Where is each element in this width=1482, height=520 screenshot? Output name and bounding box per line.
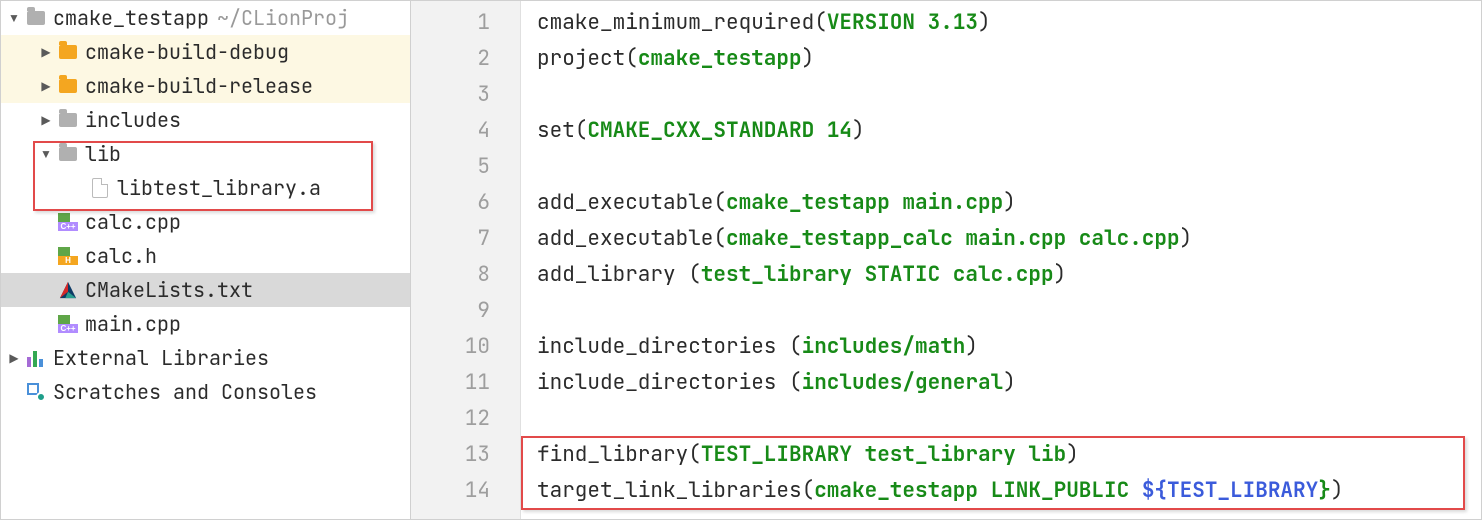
tree-item-scratches[interactable]: Scratches and Consoles (1, 375, 410, 409)
gutter-line-number: 11 (411, 365, 520, 401)
tree-item-label: calc.h (85, 243, 157, 269)
cpp-file-icon: C++ (57, 211, 79, 233)
code-line[interactable] (537, 77, 1481, 113)
code-line[interactable]: add_library (test_library STATIC calc.cp… (537, 257, 1481, 293)
tree-item-label: cmake-build-release (85, 73, 313, 99)
code-line[interactable]: cmake_minimum_required(VERSION 3.13) (537, 5, 1481, 41)
gutter-line-number: 1 (411, 5, 520, 41)
tree-item-label: External Libraries (53, 345, 269, 371)
folder-icon (57, 75, 79, 97)
gutter-line-number: 5 (411, 149, 520, 185)
scratches-icon (25, 381, 47, 403)
cpp-file-icon: C++ (57, 313, 79, 335)
chevron-right-icon[interactable]: ▶ (39, 79, 53, 93)
gutter-line-number: 7 (411, 221, 520, 257)
gutter-line-number: 14 (411, 473, 520, 509)
code-editor[interactable]: 1234567891011121314 cmake_minimum_requir… (411, 1, 1481, 519)
gutter-line-number: 10 (411, 329, 520, 365)
folder-icon (25, 7, 47, 29)
tree-item-includes[interactable]: ▶ includes (1, 103, 410, 137)
code-line[interactable]: add_executable(cmake_testapp main.cpp) (537, 185, 1481, 221)
tree-item-label: CMakeLists.txt (85, 277, 253, 303)
gutter-line-number: 3 (411, 77, 520, 113)
code-line[interactable] (537, 293, 1481, 329)
tree-item-build-release[interactable]: ▶ cmake-build-release (1, 69, 410, 103)
tree-item-calc-cpp[interactable]: C++ calc.cpp (1, 205, 410, 239)
chevron-down-icon[interactable]: ▼ (39, 147, 53, 161)
gutter-line-number: 4 (411, 113, 520, 149)
tree-item-label: includes (85, 107, 181, 133)
external-libraries-icon (25, 347, 47, 369)
chevron-right-icon[interactable]: ▶ (39, 113, 53, 127)
cmake-file-icon (57, 279, 79, 301)
gutter-line-number: 9 (411, 293, 520, 329)
tree-item-label: calc.cpp (85, 209, 181, 235)
tree-item-label: Scratches and Consoles (53, 379, 317, 405)
tree-item-main-cpp[interactable]: C++ main.cpp (1, 307, 410, 341)
tree-item-label: main.cpp (85, 311, 181, 337)
tree-item-label: lib (85, 141, 121, 167)
code-line[interactable]: project(cmake_testapp) (537, 41, 1481, 77)
tree-item-label: cmake-build-debug (85, 39, 289, 65)
tree-item-cmakelists[interactable]: CMakeLists.txt (1, 273, 410, 307)
chevron-right-icon[interactable]: ▶ (7, 351, 21, 365)
gutter-line-number: 8 (411, 257, 520, 293)
tree-item-calc-h[interactable]: H calc.h (1, 239, 410, 273)
gutter-line-number: 12 (411, 401, 520, 437)
tree-item-label: cmake_testapp (53, 5, 209, 31)
gutter-line-number: 13 (411, 437, 520, 473)
tree-item-lib-file[interactable]: libtest_library.a (1, 171, 410, 205)
code-line[interactable]: include_directories (includes/math) (537, 329, 1481, 365)
code-line[interactable]: add_executable(cmake_testapp_calc main.c… (537, 221, 1481, 257)
gutter-line-number: 6 (411, 185, 520, 221)
folder-icon (57, 109, 79, 131)
tree-item-build-debug[interactable]: ▶ cmake-build-debug (1, 35, 410, 69)
header-file-icon: H (57, 245, 79, 267)
chevron-down-icon[interactable]: ▼ (7, 11, 21, 25)
code-line[interactable]: target_link_libraries(cmake_testapp LINK… (537, 473, 1481, 509)
tree-item-path: ~/CLionProj (217, 5, 349, 31)
code-line[interactable]: set(CMAKE_CXX_STANDARD 14) (537, 113, 1481, 149)
tree-item-external-libraries[interactable]: ▶ External Libraries (1, 341, 410, 375)
project-tree[interactable]: ▼ cmake_testapp ~/CLionProj ▶ cmake-buil… (1, 1, 411, 519)
code-line[interactable] (537, 401, 1481, 437)
code-line[interactable]: find_library(TEST_LIBRARY test_library l… (537, 437, 1481, 473)
gutter-line-number: 2 (411, 41, 520, 77)
editor-code-area[interactable]: cmake_minimum_required(VERSION 3.13)proj… (521, 1, 1481, 519)
file-icon (89, 177, 111, 199)
tree-item-lib[interactable]: ▼ lib (1, 137, 410, 171)
folder-icon (57, 41, 79, 63)
chevron-right-icon[interactable]: ▶ (39, 45, 53, 59)
tree-item-label: libtest_library.a (117, 175, 321, 201)
code-line[interactable]: include_directories (includes/general) (537, 365, 1481, 401)
folder-icon (57, 143, 79, 165)
tree-item-project-root[interactable]: ▼ cmake_testapp ~/CLionProj (1, 1, 410, 35)
code-line[interactable] (537, 149, 1481, 185)
editor-gutter: 1234567891011121314 (411, 1, 521, 519)
